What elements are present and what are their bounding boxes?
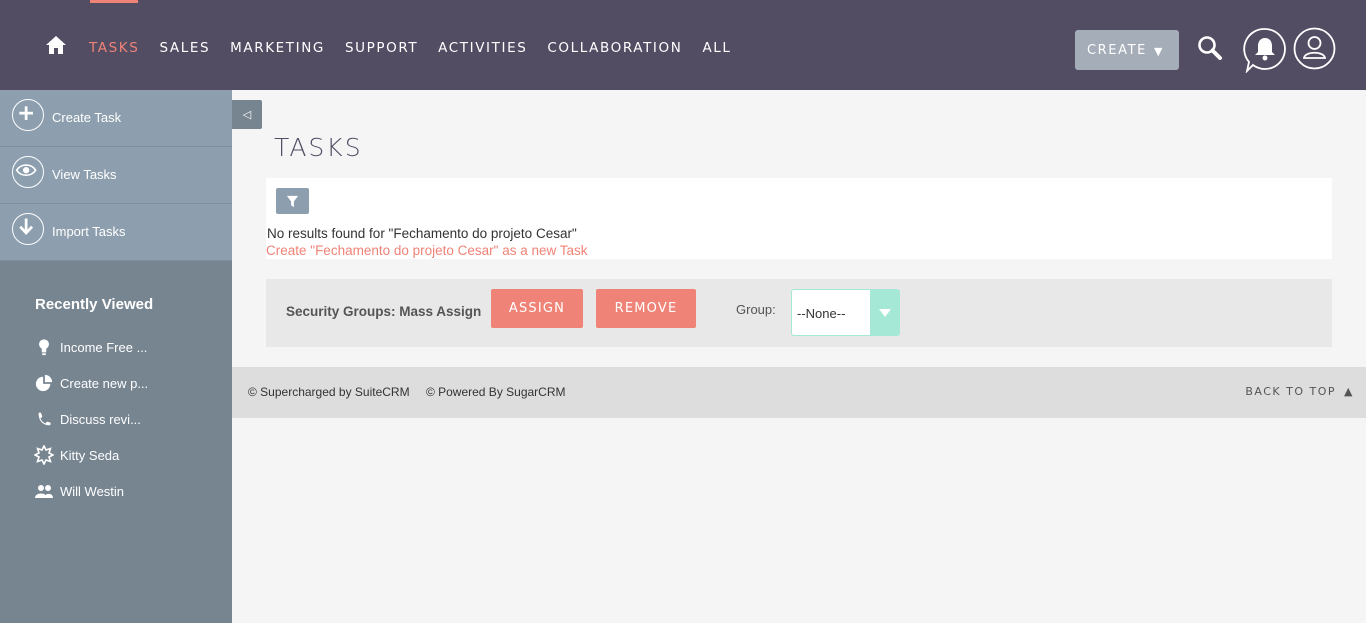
recent-item[interactable]: Discuss revi... [34,408,141,430]
active-tab-indicator [90,0,138,3]
plus-icon [12,99,44,131]
chevron-down-icon: ▼ [1153,45,1165,58]
recent-item-label: Discuss revi... [60,411,141,427]
recent-item[interactable]: Income Free ... [34,336,147,358]
recent-item[interactable]: Will Westin [34,480,124,502]
tab-marketing[interactable]: MARKETING [230,40,325,56]
tab-activities[interactable]: ACTIVITIES [438,40,527,56]
people-icon [34,481,54,501]
recent-item[interactable]: Kitty Seda [34,444,119,466]
create-button[interactable]: CREATE ▼ [1075,30,1179,70]
sidebar-action-view-tasks[interactable]: View Tasks [0,147,232,204]
recently-viewed-title: Recently Viewed [35,296,154,313]
sidebar-action-label: Create Task [52,110,122,125]
collapse-arrow-icon: ◁ [242,109,252,121]
chevron-down-icon [870,290,899,335]
assign-button[interactable]: ASSIGN [491,289,583,328]
tab-collaboration[interactable]: COLLABORATION [547,40,682,56]
create-task-link[interactable]: Create "Fechamento do projeto Cesar" as … [266,243,588,258]
create-button-label: CREATE [1087,42,1147,58]
recent-item-label: Kitty Seda [60,447,120,463]
list-view-results: No results found for "Fechamento do proj… [266,178,1332,259]
notification-bell-icon[interactable] [1243,27,1287,73]
sidebar-collapse-button[interactable]: ◁ [232,100,262,129]
powered-by-link[interactable]: © Powered By SugarCRM [426,385,566,399]
security-groups-panel: Security Groups: Mass Assign ASSIGN REMO… [266,279,1332,347]
supercharged-link[interactable]: © Supercharged by SuiteCRM [248,385,410,399]
lightbulb-icon [34,337,54,357]
group-select-value: --None-- [797,306,846,321]
eye-icon [12,156,44,188]
sidebar-action-label: Import Tasks [52,224,126,239]
sidebar-action-import-tasks[interactable]: Import Tasks [0,204,232,261]
footer: © Supercharged by SuiteCRM © Powered By … [232,367,1366,418]
module-tabs: TASKS SALES MARKETING SUPPORT ACTIVITIES… [89,40,752,56]
tab-sales[interactable]: SALES [159,40,210,56]
sidebar-action-label: View Tasks [52,167,117,182]
back-to-top-link[interactable]: BACK TO TOP ▲ [1245,385,1354,398]
pie-chart-icon [34,373,54,393]
recent-item-label: Will Westin [60,483,125,499]
page-title: TASKS [274,133,363,162]
footer-credits: © Supercharged by SuiteCRM © Powered By … [248,385,579,399]
top-navbar: TASKS SALES MARKETING SUPPORT ACTIVITIES… [0,0,1366,90]
tab-support[interactable]: SUPPORT [345,40,418,56]
back-to-top-label: BACK TO TOP [1245,385,1337,398]
sidebar: Create Task View Tasks Import Tasks Rece… [0,90,232,623]
search-icon[interactable] [1196,34,1224,62]
recent-item[interactable]: Create new p... [34,372,148,394]
sidebar-action-create-task[interactable]: Create Task [0,90,232,147]
badge-icon [34,445,54,465]
tab-tasks[interactable]: TASKS [89,40,139,56]
recent-item-label: Create new p... [60,375,149,391]
no-results-message: No results found for "Fechamento do proj… [267,226,577,241]
user-profile-icon[interactable] [1293,27,1336,70]
filter-icon [286,195,299,207]
download-icon [12,213,44,245]
home-icon[interactable] [45,35,67,55]
recent-item-label: Income Free ... [60,339,148,355]
phone-icon [34,409,54,429]
group-label: Group: [736,302,776,317]
tab-all[interactable]: ALL [702,40,731,56]
filter-button[interactable] [276,188,309,214]
arrow-up-icon: ▲ [1344,385,1354,398]
security-groups-label: Security Groups: Mass Assign [286,304,482,319]
remove-button[interactable]: REMOVE [596,289,696,328]
group-select[interactable]: --None-- [791,289,900,336]
